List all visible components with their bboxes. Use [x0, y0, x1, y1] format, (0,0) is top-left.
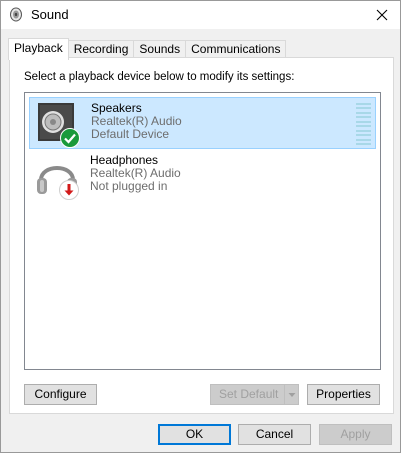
instruction-text: Select a playback device below to modify…	[24, 71, 295, 83]
properties-button[interactable]: Properties	[307, 384, 380, 405]
volume-level-meter	[356, 103, 371, 145]
device-status: Default Device	[91, 127, 170, 141]
cancel-button[interactable]: Cancel	[238, 424, 311, 445]
window-title: Sound	[31, 7, 69, 22]
chevron-down-icon	[288, 393, 296, 397]
device-status: Not plugged in	[90, 179, 168, 193]
device-list[interactable]: Speakers Realtek(R) Audio Default Device	[24, 92, 381, 370]
sound-app-icon	[10, 7, 22, 22]
configure-button[interactable]: Configure	[24, 384, 97, 405]
list-item-speakers[interactable]: Speakers Realtek(R) Audio Default Device	[29, 97, 376, 149]
title-bar[interactable]: Sound	[1, 1, 400, 29]
set-default-dropdown-arrow[interactable]	[284, 385, 298, 404]
set-default-label: Set Default	[219, 387, 279, 401]
red-down-arrow-badge-icon	[59, 180, 79, 200]
tab-strip: Playback Recording Sounds Communications	[8, 38, 287, 60]
list-item-headphones[interactable]: Headphones Realtek(R) Audio Not plugged …	[29, 150, 376, 202]
sound-dialog: Sound Playback Recording Sounds Communic…	[0, 0, 401, 453]
close-button[interactable]	[364, 1, 400, 29]
device-info: Headphones Realtek(R) Audio Not plugged …	[90, 154, 181, 193]
green-check-badge-icon	[60, 128, 80, 148]
set-default-split-button[interactable]: Set Default	[210, 384, 299, 405]
playback-panel: Select a playback device below to modify…	[9, 57, 394, 414]
ok-button[interactable]: OK	[158, 424, 231, 445]
device-info: Speakers Realtek(R) Audio Default Device	[91, 102, 182, 141]
apply-button[interactable]: Apply	[319, 424, 392, 445]
close-icon	[376, 9, 388, 21]
tab-playback[interactable]: Playback	[8, 38, 69, 60]
